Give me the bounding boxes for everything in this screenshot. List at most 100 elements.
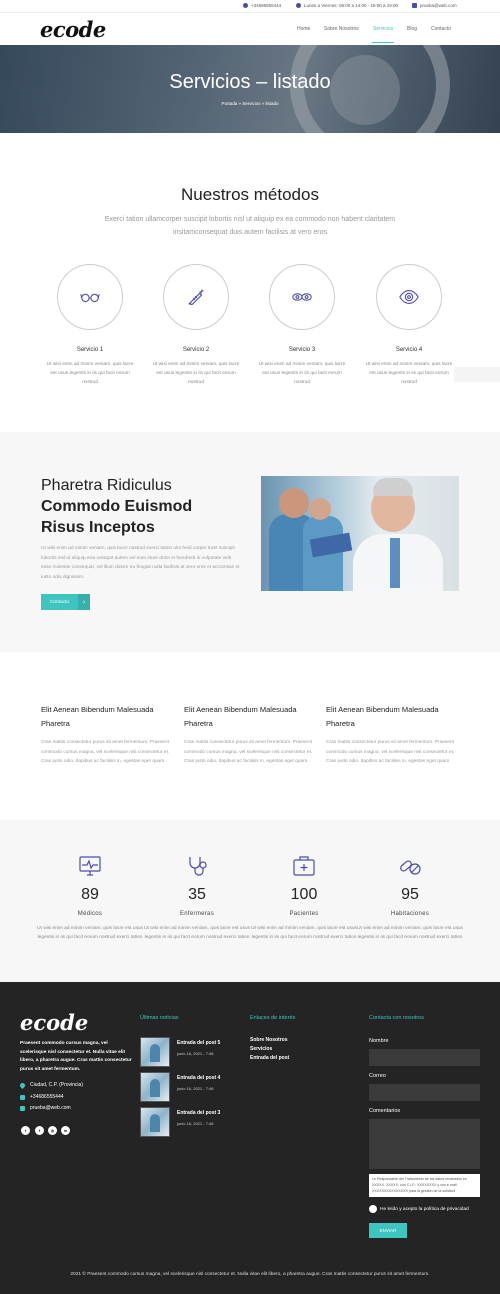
site-logo[interactable]: ecode xyxy=(40,17,106,42)
service-card[interactable]: Servicio 1 Ut wisi enim ad minim veniam,… xyxy=(45,264,135,387)
footer-address: Ciudad, C.P. (Provincia) xyxy=(18,1081,83,1089)
service-card[interactable]: Servicio 4 Ut wisi enim ad minim veniam,… xyxy=(364,264,454,387)
eyes-icon xyxy=(292,293,312,301)
stat-label: Habitaciones xyxy=(390,911,430,917)
service-name: Servicio 1 xyxy=(76,347,104,353)
service-text: Ut wisi enim ad minim veniam, quis lacre… xyxy=(152,362,240,385)
service-card[interactable]: Servicio 2 Ut wisi enim ad minim veniam,… xyxy=(151,264,241,387)
location-icon xyxy=(18,1081,27,1089)
service-name: Servicio 4 xyxy=(395,347,423,353)
nav-services[interactable]: Servicios xyxy=(373,26,393,32)
email-input[interactable] xyxy=(369,1084,480,1101)
doctors-photo xyxy=(261,476,459,591)
post-thumbnail[interactable] xyxy=(140,1072,170,1102)
nav-about[interactable]: Sobre Nosotros xyxy=(324,26,359,32)
post-date: junio 16, 2021 - 7:46 xyxy=(177,1051,214,1056)
footer-link[interactable]: Servicios xyxy=(250,1046,272,1052)
service-name: Servicio 3 xyxy=(288,347,316,353)
nav-contact[interactable]: Contacto xyxy=(431,26,451,32)
info-column-title: Elit Aenean Bibendum Malesuada Pharetra xyxy=(184,705,297,728)
feature-title: Pharetra Ridiculus Commodo Euismod Risus… xyxy=(41,477,193,536)
legal-notice[interactable]: Le Responsable del Tratamiento de los da… xyxy=(369,1174,480,1197)
site-header: ecode Home Sobre Nosotros Servicios Blog… xyxy=(0,13,500,45)
info-column-title: Elit Aenean Bibendum Malesuada Pharetra xyxy=(326,705,439,728)
stat-number: 89 xyxy=(81,886,99,903)
service-icon-circle xyxy=(163,264,229,330)
info-column-text: Cras mattis consectetur purus sit amet f… xyxy=(41,740,170,764)
mail-icon xyxy=(412,3,417,8)
feature-text: Ut wisi enim ad minim veniam, quis lacre… xyxy=(41,546,240,580)
footer-logo[interactable]: ecode xyxy=(20,1010,88,1035)
monitor-icon xyxy=(79,856,101,876)
name-input[interactable] xyxy=(369,1049,480,1066)
clock-icon xyxy=(296,3,301,8)
instagram-icon[interactable]: ◎ xyxy=(48,1126,57,1135)
nav-home[interactable]: Home xyxy=(297,26,310,32)
contact-button[interactable]: Contacto › xyxy=(41,594,90,610)
stat-item: 35 Enfermeras Ut wisi enim ad minim veni… xyxy=(142,855,252,942)
methods-description: Exerci tation ullamcorper suscipit lobor… xyxy=(104,216,396,236)
stat-item: 100 Pacientes Ut wisi enim ad minim veni… xyxy=(249,855,359,942)
comments-textarea[interactable] xyxy=(369,1119,480,1169)
submit-button[interactable]: ENVIAR xyxy=(369,1223,407,1238)
info-column-title: Elit Aenean Bibendum Malesuada Pharetra xyxy=(41,705,154,728)
breadcrumb[interactable]: Portada » Servicios » listado xyxy=(0,101,500,106)
copyright: 2021 © Praesent commodo cursus magna, ve… xyxy=(70,1272,430,1277)
stat-label: Enfermeras xyxy=(179,911,214,917)
footer-email[interactable]: prueba@web.com xyxy=(20,1105,71,1111)
stat-text: Ut wisi enim ad minim veniam, quis lacre… xyxy=(357,926,463,940)
footer-post[interactable]: Entrada del post 5 junio 16, 2021 - 7:46 xyxy=(140,1037,230,1067)
privacy-consent-label[interactable]: He leído y acepto la política de privaci… xyxy=(380,1207,469,1212)
comments-label: Comentarios xyxy=(369,1108,401,1114)
service-text: Ut wisi enim ad minim veniam, quis lacre… xyxy=(258,362,346,385)
info-column-text: Cras mattis consectetur purus sit amet f… xyxy=(326,740,455,764)
footer-post[interactable]: Entrada del post 4 junio 16, 2021 - 7:46 xyxy=(140,1072,230,1102)
facebook-icon[interactable]: f xyxy=(35,1126,44,1135)
privacy-checkbox[interactable] xyxy=(369,1205,377,1213)
info-column: Elit Aenean Bibendum Malesuada Pharetra … xyxy=(326,703,461,767)
footer-news-title: Últimas noticias xyxy=(140,1015,179,1021)
methods-title: Nuestros métodos xyxy=(181,185,319,204)
footer-contact-title: Contacta con nosotros xyxy=(369,1015,425,1021)
service-icon-circle xyxy=(376,264,442,330)
glasses-icon xyxy=(80,293,100,303)
post-title[interactable]: Entrada del post 5 xyxy=(177,1040,220,1046)
stat-label: Médicos xyxy=(77,911,103,917)
twitter-icon[interactable]: t xyxy=(21,1126,30,1135)
syringe-icon xyxy=(188,289,204,305)
phone-icon xyxy=(20,1094,25,1100)
medkit-icon xyxy=(293,856,315,876)
post-date: junio 16, 2021 - 7:46 xyxy=(177,1121,214,1126)
stat-text: Ut wisi enim ad minim veniam, quis lacre… xyxy=(37,926,143,940)
side-tab[interactable] xyxy=(454,367,500,382)
nav-blog[interactable]: Blog xyxy=(407,26,417,32)
service-text: Ut wisi enim ad minim veniam, quis lacre… xyxy=(365,362,453,385)
stat-text: Ut wisi enim ad minim veniam, quis lacre… xyxy=(144,926,250,940)
footer-phone[interactable]: +34686555444 xyxy=(20,1094,64,1100)
nav-active-indicator xyxy=(372,42,394,43)
linkedin-icon[interactable]: in xyxy=(61,1126,70,1135)
pills-icon xyxy=(400,860,421,875)
info-column: Elit Aenean Bibendum Malesuada Pharetra … xyxy=(41,703,176,767)
service-text: Ut wisi enim ad minim veniam, quis lacre… xyxy=(46,362,134,385)
stat-item: 95 Habitaciones Ut wisi enim ad minim ve… xyxy=(355,855,465,942)
service-icon-circle xyxy=(57,264,123,330)
name-label: Nombre xyxy=(369,1038,389,1044)
post-title[interactable]: Entrada del post 4 xyxy=(177,1075,220,1081)
footer-links-title: Enlaces de interés xyxy=(250,1015,296,1021)
footer-about: Praesent commodo cursus magna, vel scele… xyxy=(20,1041,132,1073)
page-hero: Servicios – listado Portada » Servicios … xyxy=(0,45,500,133)
post-title[interactable]: Entrada del post 3 xyxy=(177,1110,220,1116)
post-date: junio 16, 2021 - 7:46 xyxy=(177,1086,214,1091)
footer-link[interactable]: Entrada del post xyxy=(250,1055,289,1061)
stat-item: 89 Médicos Ut wisi enim ad minim veniam,… xyxy=(35,855,145,942)
post-thumbnail[interactable] xyxy=(140,1107,170,1137)
footer-link[interactable]: Sobre Nosotros xyxy=(250,1037,288,1043)
service-card[interactable]: Servicio 3 Ut wisi enim ad minim veniam,… xyxy=(257,264,347,387)
footer-post[interactable]: Entrada del post 3 junio 16, 2021 - 7:46 xyxy=(140,1107,230,1137)
info-column-text: Cras mattis consectetur purus sit amet f… xyxy=(184,740,313,764)
top-phone[interactable]: +34686555444 xyxy=(243,3,281,8)
stat-label: Pacientes xyxy=(289,911,319,917)
post-thumbnail[interactable] xyxy=(140,1037,170,1067)
top-email[interactable]: prueba@web.com xyxy=(412,3,457,8)
